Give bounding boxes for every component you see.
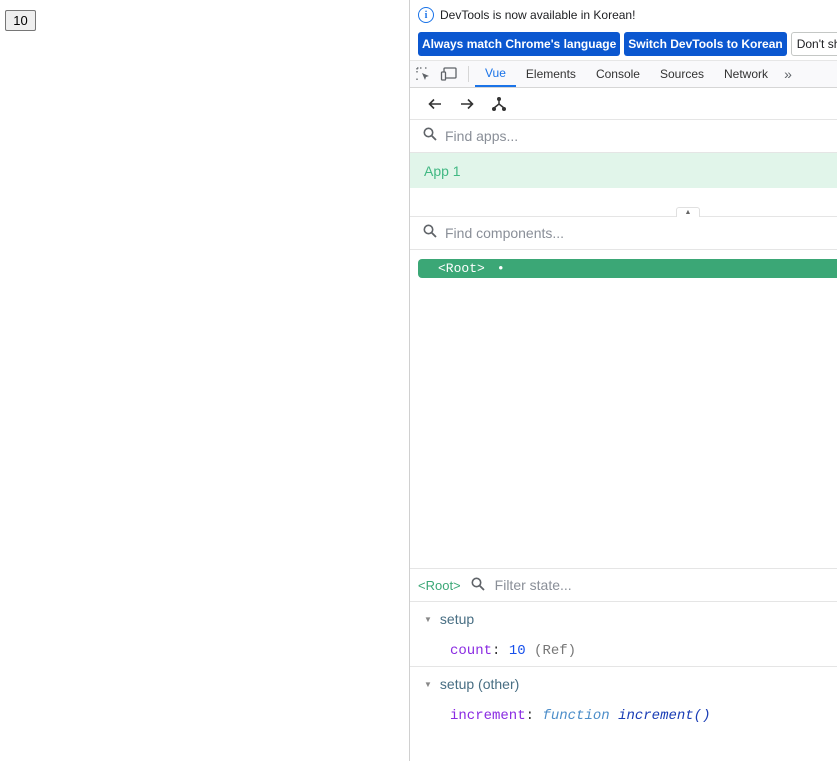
prop-key: increment bbox=[450, 708, 526, 724]
state-header: <Root> bbox=[410, 569, 837, 602]
device-toolbar-icon[interactable] bbox=[436, 61, 462, 87]
tree-node-label: <Root> bbox=[438, 261, 485, 276]
tab-console[interactable]: Console bbox=[586, 61, 650, 87]
info-icon: i bbox=[418, 7, 434, 23]
component-tree: <Root> • bbox=[410, 250, 837, 569]
inspect-element-icon[interactable] bbox=[410, 61, 436, 87]
apps-search bbox=[410, 120, 837, 153]
tree-node-dot: • bbox=[496, 261, 505, 276]
infobar-message: DevTools is now available in Korean! bbox=[440, 8, 636, 22]
components-search-input[interactable] bbox=[445, 225, 825, 241]
tabbar-separator bbox=[468, 66, 469, 82]
caret-down-icon: ▼ bbox=[424, 614, 432, 624]
state-section-setup: ▼ setup count: 10 (Ref) bbox=[410, 602, 837, 667]
switch-korean-button[interactable]: Switch DevTools to Korean bbox=[624, 32, 787, 56]
counter-button[interactable]: 10 bbox=[5, 10, 36, 31]
section-title: setup bbox=[439, 611, 475, 627]
pane-splitter: ▲ bbox=[410, 188, 837, 217]
arrow-right-icon[interactable] bbox=[458, 95, 476, 113]
filter-state-input[interactable] bbox=[494, 577, 795, 593]
infobar-actions: Always match Chrome's language Switch De… bbox=[410, 30, 837, 58]
selected-component-label: <Root> bbox=[418, 577, 461, 593]
collapse-handle-icon[interactable]: ▲ bbox=[676, 207, 700, 217]
prop-value: 10 bbox=[508, 643, 526, 659]
state-section-setup-other: ▼ setup (other) increment: function incr… bbox=[410, 667, 837, 731]
arrow-left-icon[interactable] bbox=[426, 95, 444, 113]
dont-show-button[interactable]: Don't show bbox=[790, 32, 837, 56]
search-icon bbox=[423, 127, 437, 146]
tree-node-root[interactable]: <Root> • bbox=[418, 259, 837, 278]
vue-nav-row bbox=[410, 88, 837, 120]
tab-sources[interactable]: Sources bbox=[650, 61, 714, 87]
search-icon bbox=[471, 577, 485, 594]
prop-colon: : bbox=[525, 708, 543, 724]
components-search bbox=[410, 217, 837, 250]
state-prop-count[interactable]: count: 10 (Ref) bbox=[410, 636, 837, 666]
apps-search-input[interactable] bbox=[445, 128, 825, 144]
section-toggle-setup-other[interactable]: ▼ setup (other) bbox=[410, 667, 837, 701]
more-tabs-icon[interactable]: » bbox=[778, 61, 798, 87]
tab-network[interactable]: Network bbox=[714, 61, 778, 87]
prop-colon: : bbox=[492, 643, 509, 659]
language-infobar: i DevTools is now available in Korean! bbox=[410, 0, 837, 30]
app-list-item[interactable]: App 1 bbox=[410, 153, 837, 188]
app-area: 10 bbox=[0, 0, 409, 761]
state-prop-increment[interactable]: increment: function increment() bbox=[410, 701, 837, 731]
prop-key: count bbox=[450, 643, 493, 659]
devtools-tabbar: Vue Elements Console Sources Network » bbox=[410, 60, 837, 88]
tab-vue[interactable]: Vue bbox=[475, 61, 516, 87]
prop-value: increment() bbox=[618, 708, 711, 724]
page: 10 i DevTools is now available in Korean… bbox=[0, 0, 837, 761]
devtools-panel: i DevTools is now available in Korean! A… bbox=[409, 0, 837, 761]
prop-keyword: function bbox=[542, 708, 610, 724]
caret-down-icon: ▼ bbox=[424, 679, 432, 689]
prop-type: (Ref) bbox=[534, 643, 577, 659]
section-title: setup (other) bbox=[439, 676, 520, 692]
search-icon bbox=[423, 224, 437, 243]
tab-elements[interactable]: Elements bbox=[516, 61, 586, 87]
component-tree-icon[interactable] bbox=[490, 95, 508, 113]
section-toggle-setup[interactable]: ▼ setup bbox=[410, 602, 837, 636]
match-language-button[interactable]: Always match Chrome's language bbox=[418, 32, 621, 56]
